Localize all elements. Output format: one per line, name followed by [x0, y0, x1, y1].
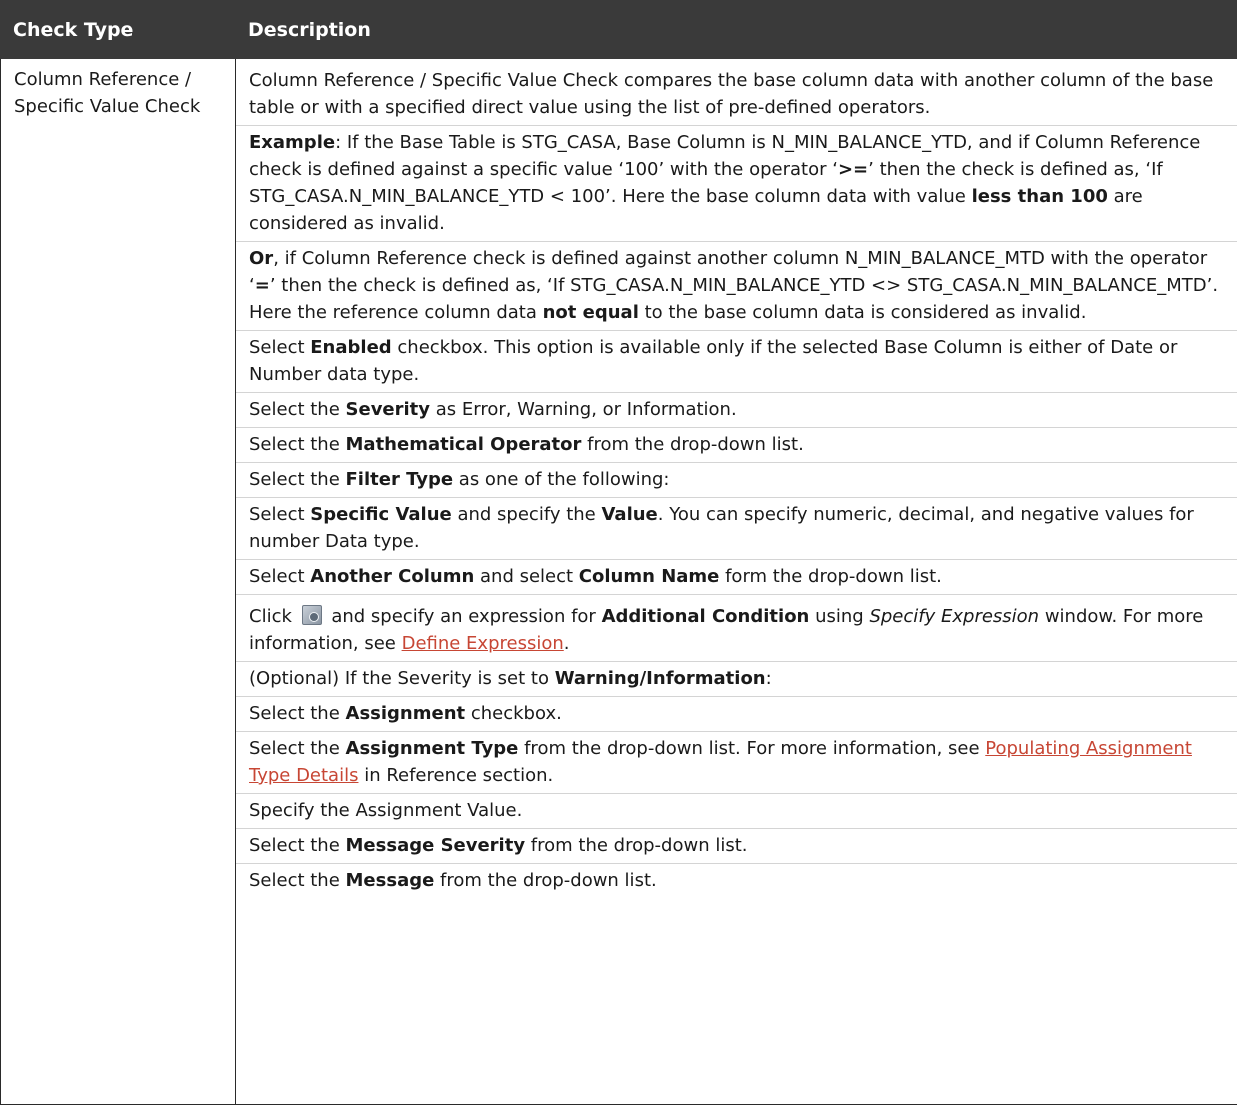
enabled-step: Select Enabled checkbox. This option is … [236, 331, 1237, 393]
operator-step: Select the Mathematical Operator from th… [236, 428, 1237, 463]
description-paragraph: Column Reference / Specific Value Check … [236, 59, 1237, 126]
header-check-type: Check Type [1, 1, 236, 59]
filter-type-step: Select the Filter Type as one of the fol… [236, 463, 1237, 498]
define-expression-link[interactable]: Define Expression [402, 633, 564, 654]
severity-step: Select the Severity as Error, Warning, o… [236, 393, 1237, 428]
expression-icon [302, 605, 322, 625]
message-severity-step: Select the Message Severity from the dro… [236, 829, 1237, 864]
specific-value-step: Select Specific Value and specify the Va… [236, 498, 1237, 560]
header-description: Description [236, 1, 1237, 59]
check-type-cell: Column Reference / Specific Value Check [1, 59, 236, 1105]
another-column-step: Select Another Column and select Column … [236, 560, 1237, 595]
or-paragraph: Or, if Column Reference check is defined… [236, 242, 1237, 331]
additional-condition-step: Click and specify an expression for Addi… [236, 595, 1237, 662]
example-paragraph: Example: If the Base Table is STG_CASA, … [236, 126, 1237, 242]
table-header-row: Check Type Description [1, 1, 1237, 59]
optional-severity-step: (Optional) If the Severity is set to War… [236, 662, 1237, 697]
description-cell: Column Reference / Specific Value Check … [236, 59, 1237, 1105]
assignment-type-step: Select the Assignment Type from the drop… [236, 732, 1237, 794]
table-row: Column Reference / Specific Value Check … [1, 59, 1237, 1105]
assignment-step: Select the Assignment checkbox. [236, 697, 1237, 732]
message-step: Select the Message from the drop-down li… [236, 864, 1237, 898]
check-type-table: Check Type Description Column Reference … [0, 0, 1237, 1105]
assignment-value-step: Specify the Assignment Value. [236, 794, 1237, 829]
